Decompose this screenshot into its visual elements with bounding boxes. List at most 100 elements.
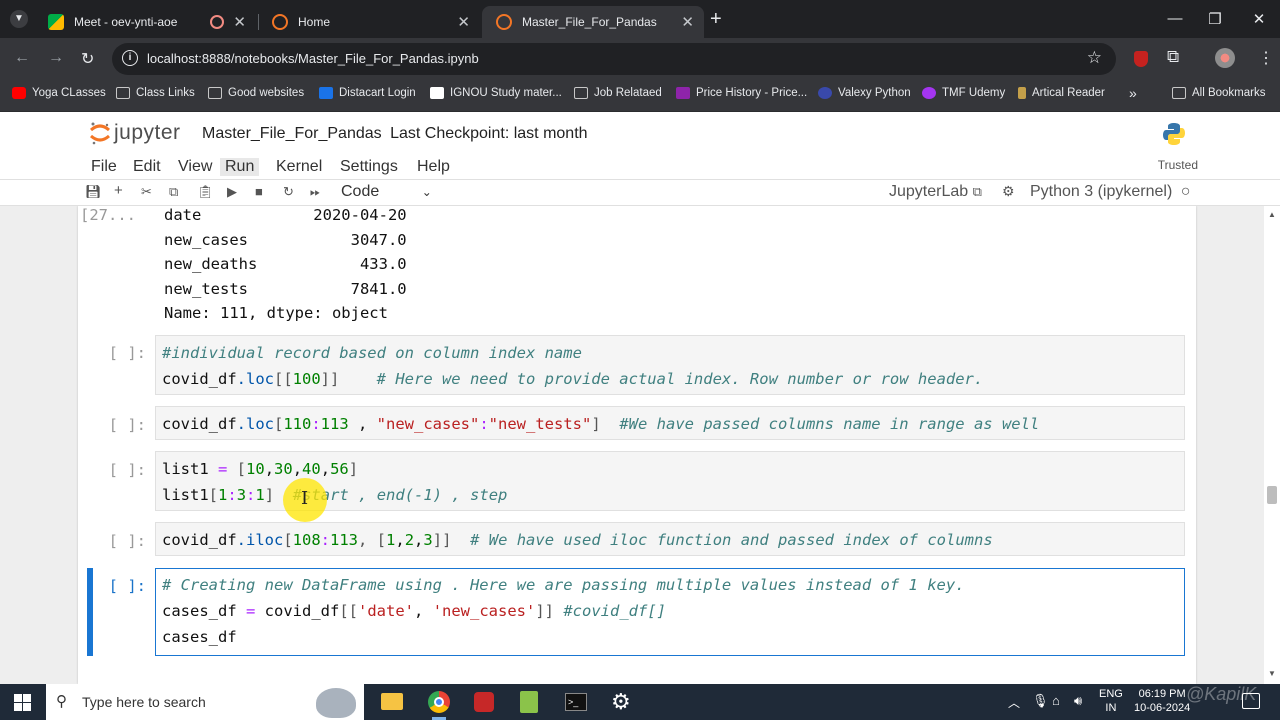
minimize-icon[interactable]: —: [1165, 10, 1185, 27]
restore-icon[interactable]: ❐: [1205, 10, 1225, 28]
bookmark-distacart[interactable]: Distacart Login: [319, 87, 416, 99]
cut-icon[interactable]: ✂: [141, 184, 152, 200]
scroll-up-icon[interactable]: ▲: [1268, 210, 1276, 219]
scroll-down-icon[interactable]: ▼: [1268, 669, 1276, 678]
notebook-title[interactable]: Master_File_For_Pandas Last Checkpoint: …: [202, 125, 588, 143]
insert-cell-icon[interactable]: +: [114, 182, 123, 199]
bookmark-yoga[interactable]: Yoga CLasses: [12, 87, 106, 99]
close-tab-icon[interactable]: ✕: [681, 13, 694, 31]
screen-recorder-icon[interactable]: [474, 692, 494, 712]
address-bar[interactable]: i localhost:8888/notebooks/Master_File_F…: [112, 43, 1116, 75]
reload-icon[interactable]: ↻: [81, 49, 94, 69]
bookmark-ignou[interactable]: IGNOU Study mater...: [430, 87, 562, 99]
run-icon[interactable]: ▶: [227, 184, 237, 200]
bookmark-job[interactable]: Job Relataed: [574, 87, 662, 99]
code-line[interactable]: cases_df: [162, 628, 237, 646]
menu-settings[interactable]: Settings: [340, 158, 398, 176]
menu-edit[interactable]: Edit: [133, 158, 161, 176]
folder-icon: [208, 87, 222, 99]
close-tab-icon[interactable]: ✕: [457, 13, 470, 31]
tab-meet[interactable]: Meet - oev-ynti-aoe ✕: [34, 6, 256, 38]
bookmark-valexy[interactable]: Valexy Python: [818, 87, 911, 99]
bookmark-tmf[interactable]: TMF Udemy: [922, 87, 1005, 99]
close-tab-icon[interactable]: ✕: [233, 13, 246, 31]
code-cell[interactable]: #individual record based on column index…: [155, 335, 1185, 395]
stop-icon[interactable]: ■: [255, 184, 263, 199]
code-line[interactable]: covid_df.iloc[108:113, [1,2,3]] # We hav…: [162, 531, 993, 549]
menu-run[interactable]: Run: [220, 158, 260, 176]
code-cell[interactable]: covid_df.loc[110:113 , "new_cases":"new_…: [155, 406, 1185, 440]
terminal-icon[interactable]: >_: [565, 693, 587, 711]
save-icon[interactable]: 💾︎: [85, 184, 102, 200]
notebook-name[interactable]: Master_File_For_Pandas: [202, 125, 382, 142]
browser-nav-bar: ← → ↻ i localhost:8888/notebooks/Master_…: [0, 38, 1280, 80]
all-bookmarks[interactable]: All Bookmarks: [1172, 87, 1266, 99]
code-line[interactable]: list1[1:3:1] #start , end(-1) , step: [162, 486, 507, 504]
forward-icon[interactable]: →: [48, 49, 64, 67]
file-explorer-icon[interactable]: [381, 693, 403, 710]
output-line: new_deaths 433.0: [164, 255, 407, 273]
taskbar-search[interactable]: ⚲ Type here to search: [46, 684, 364, 720]
bookmark-label: Class Links: [136, 87, 195, 99]
language-indicator[interactable]: ENG IN: [1099, 687, 1123, 715]
code-line[interactable]: #individual record based on column index…: [162, 344, 582, 362]
url-text[interactable]: localhost:8888/notebooks/Master_File_For…: [147, 51, 479, 66]
active-code-cell[interactable]: # Creating new DataFrame using . Here we…: [155, 568, 1185, 656]
restart-icon[interactable]: ↻: [283, 184, 294, 200]
bookmark-good-websites[interactable]: Good websites: [208, 87, 304, 99]
bookmark-class-links[interactable]: Class Links: [116, 87, 195, 99]
jupyterlab-label: JupyterLab: [889, 183, 969, 200]
new-tab-button[interactable]: +: [710, 8, 722, 31]
notification-icon[interactable]: [1242, 693, 1260, 709]
search-placeholder: Type here to search: [82, 694, 206, 710]
clock[interactable]: 06:19 PM 10-06-2024: [1134, 687, 1190, 715]
extensions-puzzle-icon[interactable]: ⧉: [1167, 47, 1179, 67]
valexy-icon: [818, 87, 832, 99]
trusted-indicator[interactable]: Trusted: [1158, 158, 1198, 172]
tab-master-file[interactable]: Master_File_For_Pandas ✕: [482, 6, 704, 38]
menu-kebab-icon[interactable]: ⋮: [1258, 48, 1274, 68]
code-line[interactable]: # Creating new DataFrame using . Here we…: [162, 576, 965, 594]
windows-start-icon[interactable]: [14, 694, 31, 711]
jupyter-logo-icon[interactable]: [89, 121, 111, 145]
restart-run-all-icon[interactable]: ⏩︎: [310, 184, 320, 200]
chrome-icon[interactable]: [428, 691, 450, 713]
network-icon[interactable]: ⌂: [1052, 693, 1060, 708]
microphone-icon[interactable]: 🎙︎: [1032, 693, 1049, 709]
ignou-icon: [430, 87, 444, 99]
paste-icon[interactable]: 📋︎: [197, 184, 214, 200]
bookmark-price-history[interactable]: Price History - Price...: [676, 87, 807, 99]
tab-home[interactable]: Home ✕: [258, 6, 480, 38]
bookmark-artical-reader[interactable]: Artical Reader: [1018, 87, 1105, 99]
settings-gear-icon[interactable]: ⚙: [611, 689, 631, 715]
bookmark-star-icon[interactable]: ☆: [1087, 48, 1102, 68]
menu-file[interactable]: File: [91, 158, 117, 176]
scrollbar[interactable]: ▲ ▼: [1264, 206, 1280, 684]
menu-help[interactable]: Help: [417, 158, 450, 176]
gear-icon[interactable]: ⚙: [1002, 183, 1015, 200]
jupyterlab-link[interactable]: JupyterLab ⧉: [889, 183, 982, 201]
profile-avatar[interactable]: [1215, 48, 1235, 68]
tab-search-button[interactable]: ▼: [10, 10, 28, 28]
tab-label: Home: [298, 15, 331, 29]
code-line[interactable]: covid_df.loc[110:113 , "new_cases":"new_…: [162, 415, 1039, 433]
ublock-extension-icon[interactable]: [1134, 51, 1148, 67]
tray-overflow-icon[interactable]: ︿: [1008, 694, 1020, 711]
copy-icon[interactable]: ⧉: [169, 184, 178, 200]
site-info-icon[interactable]: i: [122, 50, 138, 66]
menu-kernel[interactable]: Kernel: [276, 158, 322, 176]
bookmarks-overflow-icon[interactable]: »: [1129, 85, 1137, 101]
back-icon[interactable]: ←: [14, 49, 30, 67]
volume-icon[interactable]: 🔊︎: [1074, 693, 1082, 709]
cell-type-select[interactable]: Code ⌄: [341, 183, 432, 201]
menu-view[interactable]: View: [178, 158, 212, 176]
code-line[interactable]: cases_df = covid_df[['date', 'new_cases'…: [162, 602, 666, 620]
jupyter-favicon-icon: [272, 14, 288, 30]
code-line[interactable]: covid_df.loc[[100]] # Here we need to pr…: [162, 370, 983, 388]
notepad-icon[interactable]: [520, 691, 538, 713]
kernel-indicator[interactable]: Python 3 (ipykernel) ○: [1030, 183, 1190, 201]
close-window-icon[interactable]: ✕: [1249, 10, 1269, 28]
scroll-thumb[interactable]: [1267, 486, 1277, 504]
code-line[interactable]: list1 = [10,30,40,56]: [162, 460, 358, 478]
code-cell[interactable]: covid_df.iloc[108:113, [1,2,3]] # We hav…: [155, 522, 1185, 556]
